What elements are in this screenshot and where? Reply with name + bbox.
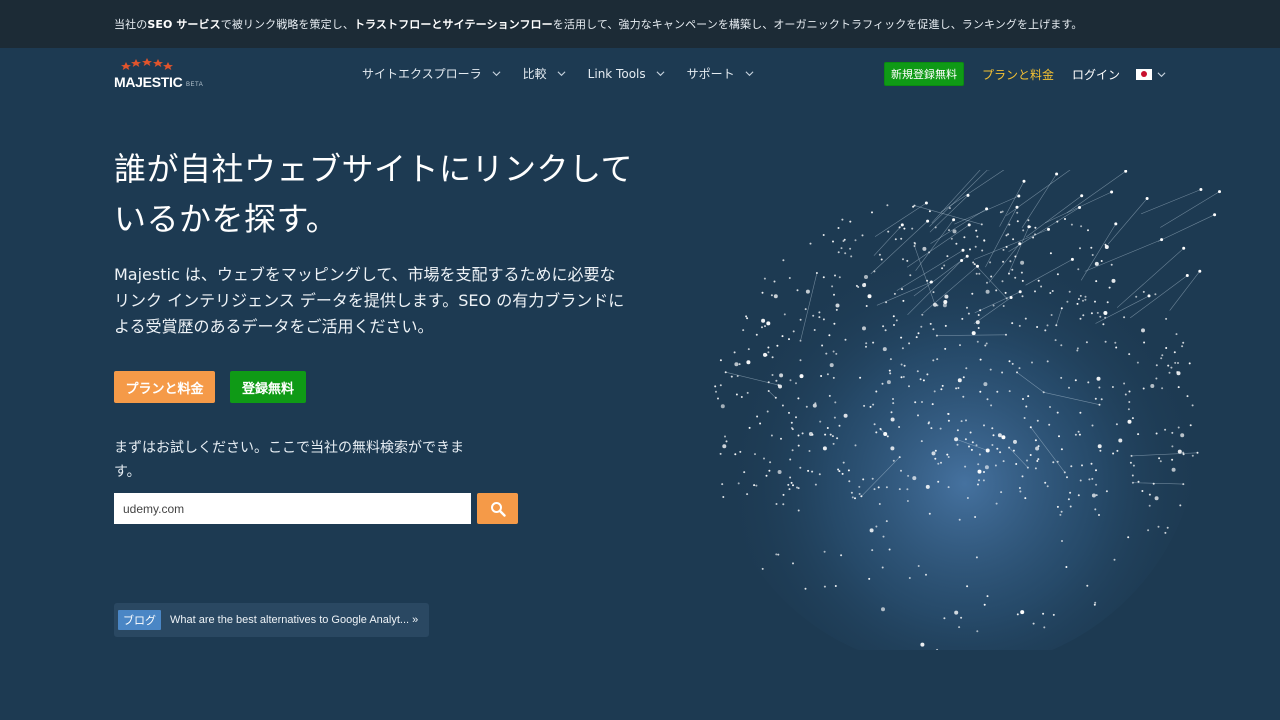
stars-logo-icon — [121, 58, 173, 70]
plans-pricing-button[interactable]: プランと料金 — [114, 371, 215, 403]
cta-row: プランと料金 登録無料 — [114, 371, 306, 403]
nav-signup-button[interactable]: 新規登録無料 — [883, 62, 964, 86]
announcement-bold-1[interactable]: SEO サービス — [147, 16, 220, 32]
language-selector[interactable] — [1136, 68, 1166, 80]
nav-item-label: サイトエクスプローラ — [362, 67, 482, 81]
blog-tag[interactable]: ブログ — [118, 610, 161, 630]
try-search-text: まずはお試しください。ここで当社の無料検索ができます。 — [114, 440, 464, 480]
nav-login-link[interactable]: ログイン — [1072, 66, 1120, 83]
announcement-text-1: 当社の — [114, 18, 148, 31]
search-button[interactable] — [477, 493, 518, 524]
announcement-text-2: で被リンク戦略を策定し、 — [220, 18, 354, 31]
search-form — [114, 493, 518, 524]
hero-description: Majestic は、ウェブをマッピングして、市場を支配するために必要なリンク … — [114, 265, 625, 336]
logo-beta: BETA — [186, 82, 204, 88]
japan-flag-icon — [1136, 68, 1152, 80]
nav-item-site-explorer[interactable]: サイトエクスプローラ — [362, 65, 501, 82]
nav-item-compare[interactable]: 比較 — [523, 65, 566, 82]
blog-ticker: ブログ What are the best alternatives to Go… — [114, 603, 429, 637]
chevron-down-icon — [557, 71, 566, 77]
hero-title: 誰が自社ウェブサイトにリンクしているかを探す。 — [114, 150, 634, 238]
announcement-bold-2[interactable]: トラストフローとサイテーションフロー — [354, 16, 553, 32]
globe-illustration — [690, 161, 1250, 670]
chevron-down-icon — [492, 71, 501, 77]
nav-item-label: Link Tools — [587, 66, 646, 81]
chevron-down-icon — [1157, 71, 1166, 77]
announcement-text-3: を活用して、強力なキャンペーンを構築し、オーガニックトラフィックを促進し、ランキ… — [552, 18, 1083, 31]
chevron-down-icon — [656, 71, 665, 77]
nav-item-label: 比較 — [522, 67, 547, 81]
nav-item-label: サポート — [686, 67, 735, 81]
globe-network-icon — [710, 161, 1221, 670]
nav-item-link-tools[interactable]: Link Tools — [588, 67, 665, 81]
logo-text: MAJESTIC — [114, 74, 183, 90]
chevron-down-icon — [745, 71, 754, 77]
announcement-bar: 当社の SEO サービス で被リンク戦略を策定し、 トラストフローとサイテーショ… — [0, 0, 1280, 48]
search-icon — [490, 501, 506, 517]
nav-menu: サイトエクスプローラ 比較 Link Tools サポート — [362, 65, 776, 82]
blog-post-link[interactable]: What are the best alternatives to Google… — [170, 614, 418, 626]
nav-right: 新規登録無料 プランと料金 ログイン — [883, 62, 1166, 86]
majestic-logo[interactable]: MAJESTIC BETA — [114, 58, 214, 92]
nav-plan-link[interactable]: プランと料金 — [982, 66, 1054, 83]
nav-item-support[interactable]: サポート — [687, 65, 754, 82]
main-nav: MAJESTIC BETA サイトエクスプローラ 比較 Link Tools サ… — [0, 48, 1280, 100]
signup-free-button[interactable]: 登録無料 — [230, 371, 306, 403]
search-input[interactable] — [114, 493, 471, 524]
